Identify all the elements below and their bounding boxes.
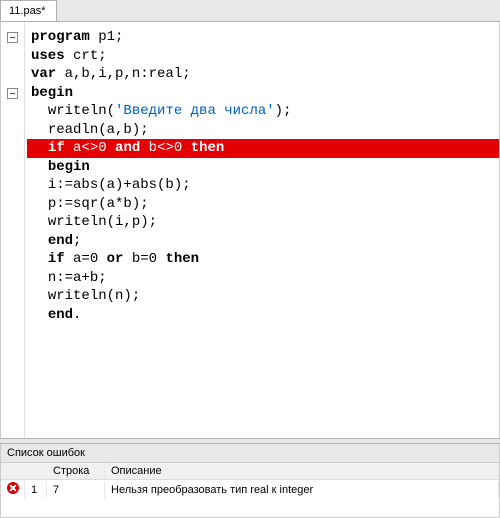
col-icon-header [1, 469, 25, 473]
error-line: 7 [47, 482, 105, 498]
tab-bar: 11.pas* [0, 0, 500, 22]
errors-title: Список ошибок [1, 444, 499, 463]
error-icon-cell [1, 480, 25, 499]
code-editor[interactable]: program p1;uses crt;var a,b,i,p,n:real;b… [0, 22, 500, 438]
errors-header: Строка Описание [1, 463, 499, 480]
code-line[interactable]: begin [27, 158, 499, 177]
errors-table: Строка Описание 17Нельзя преобразовать т… [1, 463, 499, 517]
error-icon [7, 482, 19, 494]
error-row[interactable]: 17Нельзя преобразовать тип real к intege… [1, 480, 499, 499]
file-tab[interactable]: 11.pas* [0, 0, 57, 21]
code-line[interactable]: var a,b,i,p,n:real; [27, 65, 499, 84]
col-desc-header[interactable]: Описание [105, 463, 499, 479]
fold-toggle[interactable] [7, 88, 18, 99]
code-line[interactable]: n:=a+b; [27, 269, 499, 288]
code-line[interactable]: i:=abs(a)+abs(b); [27, 176, 499, 195]
code-line[interactable]: readln(a,b); [27, 121, 499, 140]
error-desc: Нельзя преобразовать тип real к integer [105, 482, 499, 498]
tab-label: 11.pas* [9, 5, 46, 17]
fold-toggle[interactable] [7, 32, 18, 43]
code-line[interactable]: end; [27, 232, 499, 251]
code-line[interactable]: uses crt; [27, 47, 499, 66]
code-line[interactable]: if a<>0 and b<>0 then [27, 139, 499, 158]
code-line[interactable]: writeln('Введите два числа'); [27, 102, 499, 121]
col-num-header [25, 469, 47, 473]
code-line[interactable]: writeln(n); [27, 287, 499, 306]
errors-panel: Список ошибок Строка Описание 17Нельзя п… [0, 444, 500, 518]
code-line[interactable]: if a=0 or b=0 then [27, 250, 499, 269]
code-content[interactable]: program p1;uses crt;var a,b,i,p,n:real;b… [25, 22, 499, 438]
code-line[interactable]: program p1; [27, 28, 499, 47]
code-line[interactable]: begin [27, 84, 499, 103]
code-line[interactable]: writeln(i,p); [27, 213, 499, 232]
code-line[interactable]: p:=sqr(a*b); [27, 195, 499, 214]
code-line[interactable]: end. [27, 306, 499, 325]
fold-gutter [1, 22, 25, 438]
error-num: 1 [25, 482, 47, 498]
col-line-header[interactable]: Строка [47, 463, 105, 479]
